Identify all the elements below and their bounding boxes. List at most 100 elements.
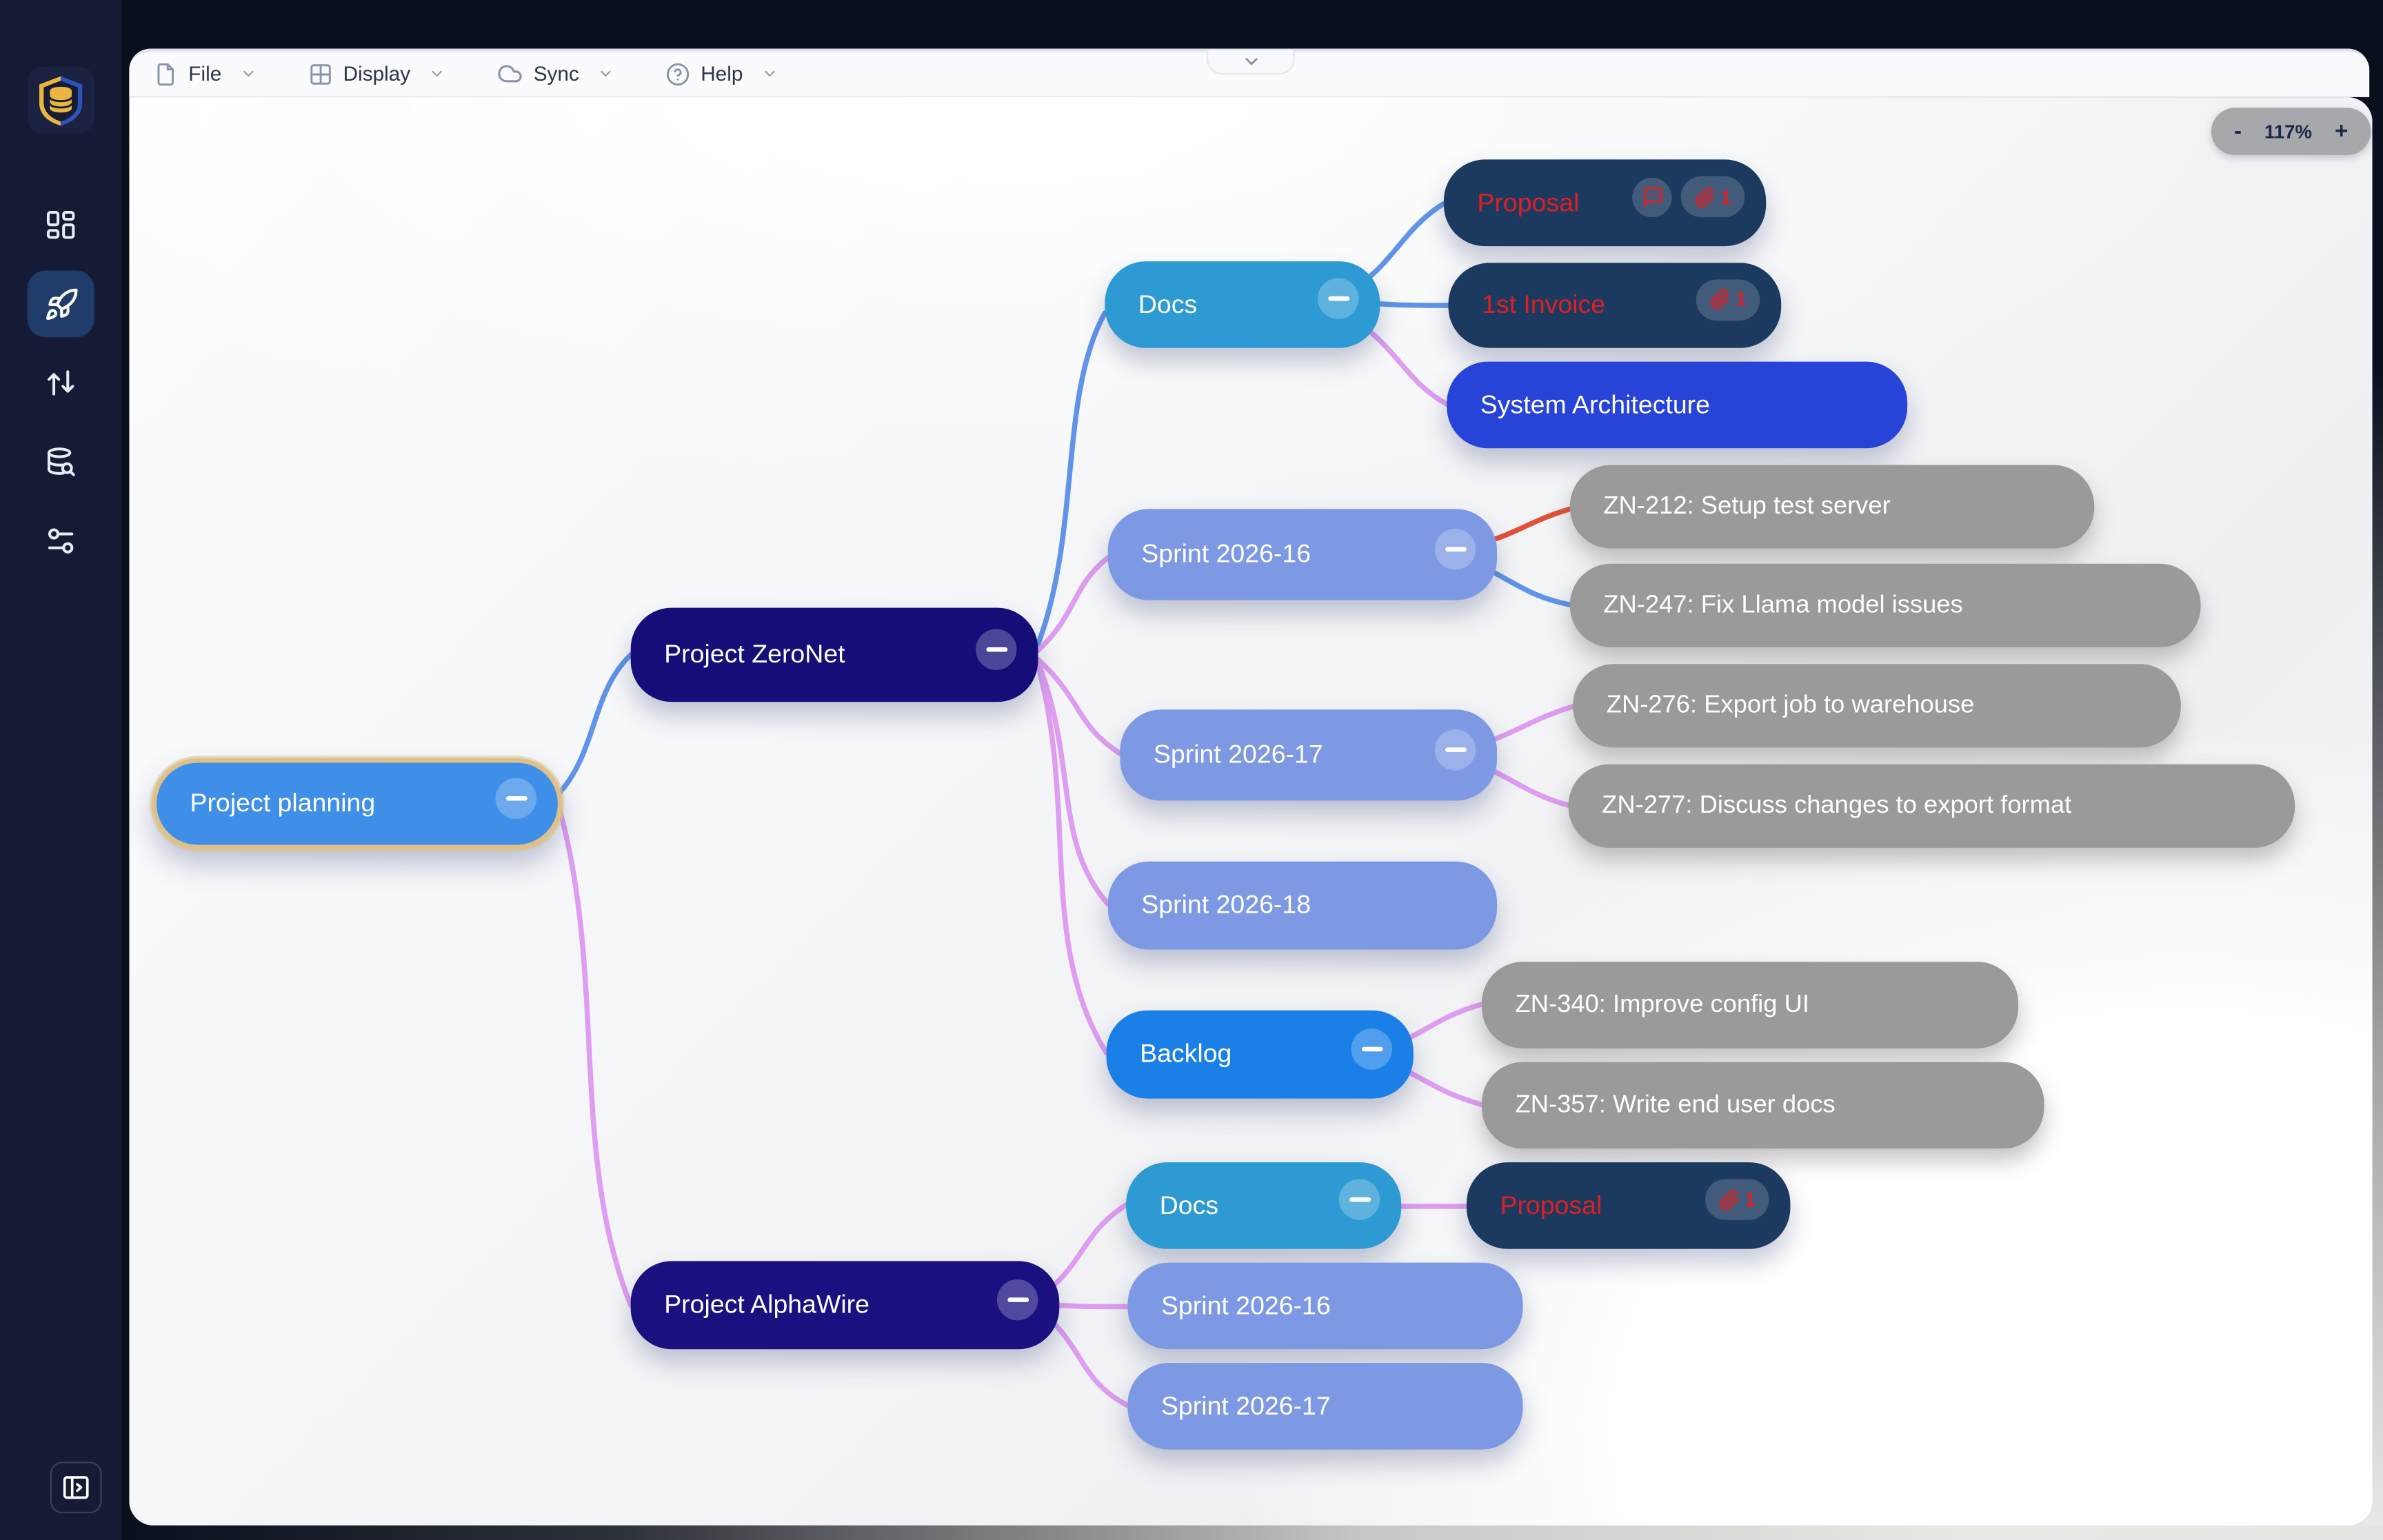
mindmap-node-sprint-2026-18[interactable]: Sprint 2026-18 bbox=[1108, 862, 1497, 950]
minus-icon bbox=[1007, 1297, 1028, 1301]
file-icon bbox=[154, 61, 178, 85]
edge-planning-zeronet bbox=[559, 655, 631, 793]
mindmap-node-sprint-2026-17[interactable]: Sprint 2026-17 bbox=[1120, 709, 1497, 800]
menubar-collapse-tab[interactable] bbox=[1207, 50, 1295, 74]
display-icon bbox=[308, 61, 332, 85]
mindmap-node-proposal[interactable]: Proposal 1 bbox=[1444, 159, 1766, 246]
app-window: File Display Sync bbox=[0, 0, 2383, 1540]
node-label: Sprint 2026-16 bbox=[1141, 539, 1311, 569]
mindmap-node-project-alphawire[interactable]: Project AlphaWire bbox=[631, 1261, 1060, 1349]
menu-help[interactable]: Help bbox=[665, 61, 778, 85]
collapse-button[interactable] bbox=[1318, 278, 1359, 319]
node-label: Sprint 2026-18 bbox=[1141, 891, 1311, 921]
edge-planning-alphawire bbox=[559, 809, 631, 1306]
node-label: Proposal bbox=[1477, 188, 1579, 218]
menu-sync[interactable]: Sync bbox=[497, 61, 614, 86]
node-label: Backlog bbox=[1140, 1040, 1231, 1070]
shield-database-logo-icon bbox=[30, 70, 91, 130]
chevron-down-icon bbox=[240, 65, 257, 82]
collapse-button[interactable] bbox=[1435, 729, 1476, 770]
minus-icon bbox=[985, 647, 1007, 651]
attachment-count: 1 bbox=[1744, 1189, 1755, 1210]
attachment-badge[interactable]: 1 bbox=[1681, 176, 1744, 218]
database-search-icon bbox=[44, 445, 77, 478]
sidebar bbox=[0, 0, 121, 1540]
mindmap-node-system-architecture[interactable]: System Architecture bbox=[1447, 362, 1907, 449]
mindmap-node-zn-212[interactable]: ZN-212: Setup test server bbox=[1570, 465, 2094, 548]
dashboard-icon bbox=[44, 208, 77, 241]
sidebar-item-mindmap-active[interactable] bbox=[28, 270, 94, 337]
node-label: Project ZeroNet bbox=[664, 640, 845, 670]
node-label: 1st Invoice bbox=[1482, 290, 1605, 321]
minus-icon bbox=[1361, 1046, 1382, 1051]
minus-icon bbox=[1349, 1197, 1370, 1202]
node-label: ZN-276: Export job to warehouse bbox=[1607, 691, 1975, 720]
node-label: ZN-277: Discuss changes to export format bbox=[1602, 791, 2071, 820]
mindmap-node-docs[interactable]: Docs bbox=[1105, 261, 1380, 348]
mindmap-node-docs-alphawire[interactable]: Docs bbox=[1126, 1162, 1401, 1249]
mindmap-node-backlog[interactable]: Backlog bbox=[1107, 1011, 1414, 1099]
attachment-badge[interactable]: 1 bbox=[1696, 278, 1760, 320]
paperclip-icon bbox=[1695, 186, 1716, 207]
chevron-down-icon bbox=[1241, 52, 1261, 72]
collapse-button[interactable] bbox=[496, 777, 537, 818]
mindmap-node-sprint-2026-17-alphawire[interactable]: Sprint 2026-17 bbox=[1127, 1363, 1522, 1450]
zoom-level: 117% bbox=[2264, 121, 2312, 142]
node-label: ZN-247: Fix Llama model issues bbox=[1603, 591, 1962, 620]
menu-display[interactable]: Display bbox=[308, 61, 445, 85]
mindmap-node-proposal-alphawire[interactable]: Proposal 1 bbox=[1467, 1162, 1790, 1249]
app-logo[interactable] bbox=[28, 67, 94, 134]
mindmap-node-zn-247[interactable]: ZN-247: Fix Llama model issues bbox=[1570, 564, 2201, 647]
node-label: Project planning bbox=[190, 789, 376, 819]
zoom-out-button[interactable]: - bbox=[2234, 120, 2242, 143]
mindmap-node-zn-277[interactable]: ZN-277: Discuss changes to export format bbox=[1569, 764, 2295, 848]
mindmap-node-sprint-2026-16-alphawire[interactable]: Sprint 2026-16 bbox=[1127, 1263, 1522, 1350]
collapse-button[interactable] bbox=[1435, 528, 1476, 569]
mindmap-canvas[interactable]: - 117% + Project planning Project ZeroNe… bbox=[129, 97, 2372, 1526]
edge-zeronet-backlog bbox=[1038, 665, 1106, 1053]
menu-sync-label: Sync bbox=[534, 62, 579, 85]
mindmap-node-sprint-2026-16[interactable]: Sprint 2026-16 bbox=[1108, 509, 1497, 600]
zoom-in-button[interactable]: + bbox=[2335, 120, 2348, 143]
sidebar-item-data-search[interactable] bbox=[0, 445, 121, 478]
collapse-button[interactable] bbox=[997, 1279, 1038, 1320]
collapse-button[interactable] bbox=[976, 628, 1017, 669]
attachment-count: 1 bbox=[1736, 289, 1746, 310]
mindmap-node-project-zeronet[interactable]: Project ZeroNet bbox=[631, 608, 1038, 702]
node-label: ZN-357: Write end user docs bbox=[1515, 1091, 1835, 1120]
sync-cloud-icon bbox=[497, 61, 523, 86]
mindmap-node-zn-276[interactable]: ZN-276: Export job to warehouse bbox=[1573, 664, 2181, 747]
paperclip-icon bbox=[1710, 289, 1731, 310]
node-label: ZN-212: Setup test server bbox=[1603, 492, 1890, 521]
comment-icon bbox=[1640, 185, 1663, 208]
mindmap-node-project-planning[interactable]: Project planning bbox=[152, 758, 562, 849]
minus-icon bbox=[1327, 296, 1349, 301]
chevron-down-icon bbox=[429, 65, 445, 82]
panel-toggle-button[interactable] bbox=[50, 1461, 102, 1513]
sidebar-item-dashboard[interactable] bbox=[0, 208, 121, 241]
sidebar-item-filters[interactable] bbox=[0, 524, 121, 557]
node-label: Docs bbox=[1160, 1191, 1218, 1221]
sidebar-item-sort[interactable] bbox=[0, 366, 121, 399]
attachment-badge[interactable]: 1 bbox=[1705, 1179, 1769, 1220]
collapse-button[interactable] bbox=[1339, 1179, 1380, 1220]
mindmap-node-1st-invoice[interactable]: 1st Invoice 1 bbox=[1449, 263, 1782, 347]
comment-badge[interactable] bbox=[1632, 177, 1671, 216]
mindmap-node-zn-357[interactable]: ZN-357: Write end user docs bbox=[1482, 1062, 2044, 1149]
zoom-control: - 117% + bbox=[2211, 108, 2371, 154]
node-badges: 1 bbox=[1696, 278, 1760, 320]
node-label: Project AlphaWire bbox=[664, 1290, 869, 1320]
collapse-button[interactable] bbox=[1351, 1028, 1392, 1069]
node-label: System Architecture bbox=[1480, 389, 1710, 420]
minus-icon bbox=[1445, 546, 1466, 551]
rocket-icon bbox=[43, 286, 79, 321]
attachment-count: 1 bbox=[1720, 186, 1731, 207]
minus-icon bbox=[505, 796, 527, 800]
menu-file-label: File bbox=[188, 62, 221, 85]
panel-toggle-icon bbox=[61, 1472, 91, 1503]
mindmap-node-zn-340[interactable]: ZN-340: Improve config UI bbox=[1482, 962, 2018, 1048]
menu-file[interactable]: File bbox=[154, 61, 257, 85]
minus-icon bbox=[1445, 747, 1466, 751]
paperclip-icon bbox=[1719, 1189, 1740, 1210]
node-label: Docs bbox=[1138, 290, 1197, 320]
